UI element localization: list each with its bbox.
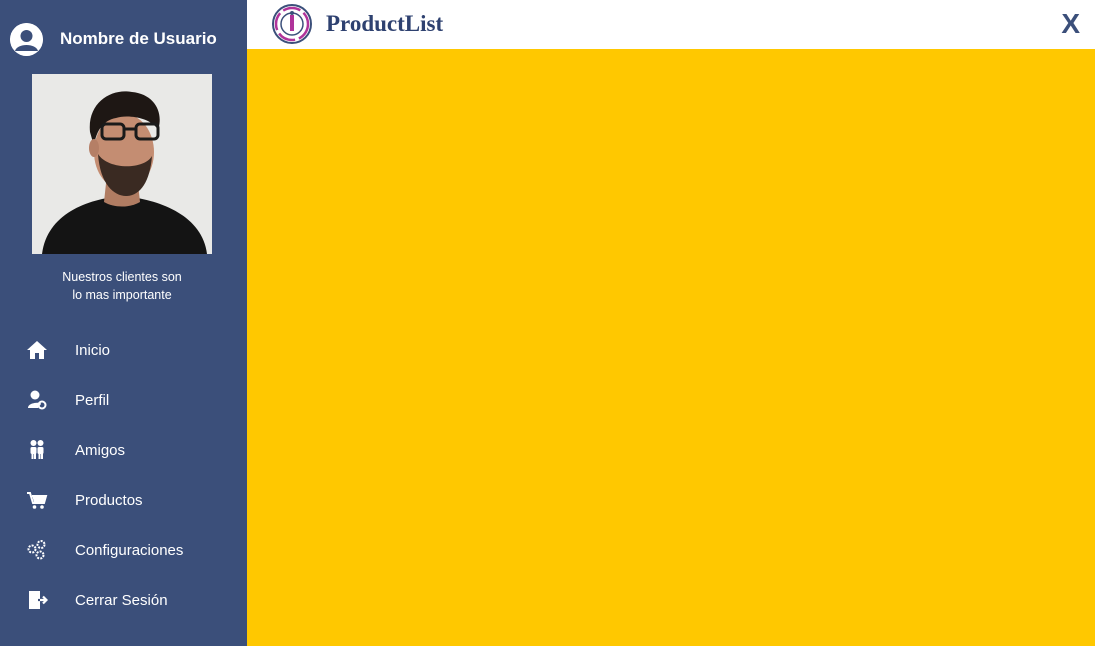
sidebar-item-inicio[interactable]: Inicio: [0, 330, 247, 370]
friends-icon: [26, 439, 48, 461]
cart-icon: [26, 489, 48, 511]
tagline: Nuestros clientes son lo mas importante: [32, 268, 212, 304]
sidebar-item-amigos[interactable]: Amigos: [0, 430, 247, 470]
sidebar-item-label: Cerrar Sesión: [75, 591, 168, 609]
sidebar-item-label: Amigos: [75, 441, 126, 459]
tagline-line-2: lo mas importante: [72, 288, 172, 302]
sidebar-item-perfil[interactable]: Perfil: [0, 380, 247, 420]
logout-icon: [26, 589, 48, 611]
sidebar-item-label: Perfil: [75, 391, 110, 409]
user-settings-icon: [26, 389, 48, 411]
gears-icon: [26, 539, 48, 561]
profile-photo: [32, 74, 212, 254]
user-header: Nombre de Usuario: [10, 22, 217, 56]
app-title: ProductList: [326, 11, 444, 36]
sidebar: Nombre de Usuario Nuestros clientes son …: [0, 0, 247, 646]
top-bar: ProductList X: [247, 0, 1095, 49]
sidebar-item-label: Inicio: [75, 341, 111, 359]
close-button[interactable]: X: [1061, 8, 1080, 40]
home-icon: [26, 339, 48, 361]
sidebar-item-configuraciones[interactable]: Configuraciones: [0, 530, 247, 570]
sidebar-item-label: Configuraciones: [75, 541, 184, 559]
sidebar-item-productos[interactable]: Productos: [0, 480, 247, 520]
tagline-line-1: Nuestros clientes son: [62, 270, 182, 284]
user-name: Nombre de Usuario: [60, 29, 217, 48]
main-content-area: [247, 49, 1095, 646]
sidebar-item-cerrar-sesion[interactable]: Cerrar Sesión: [0, 580, 247, 620]
app-logo-icon: [271, 3, 313, 45]
user-avatar-icon: [10, 22, 43, 56]
sidebar-item-label: Productos: [75, 491, 143, 509]
